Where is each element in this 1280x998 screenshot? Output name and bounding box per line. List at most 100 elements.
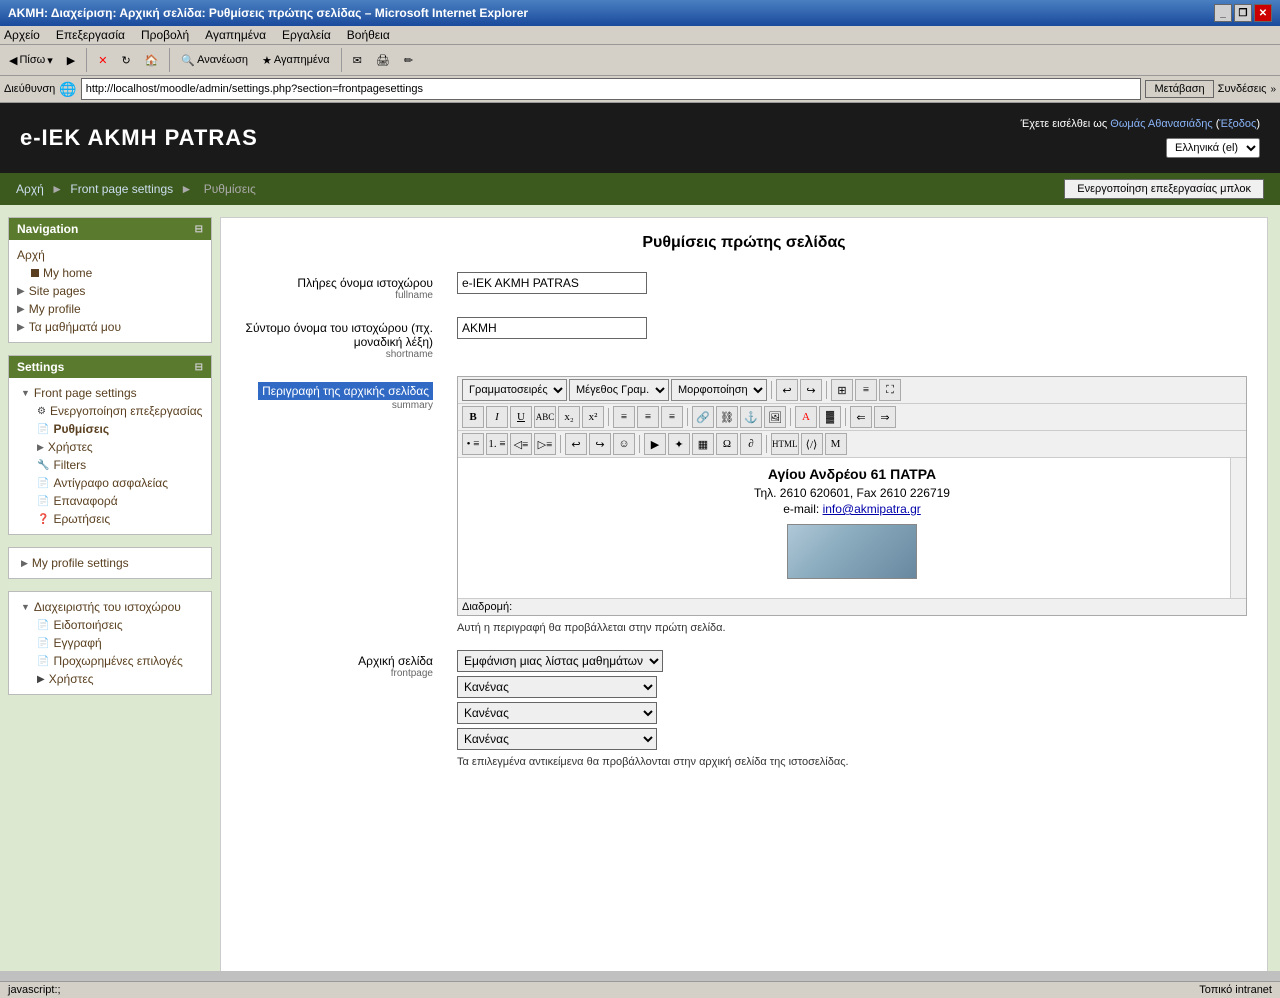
image-btn[interactable]: 🖼 xyxy=(764,406,786,428)
abc-btn[interactable]: ABC xyxy=(534,406,556,428)
sub-btn[interactable]: x₂ xyxy=(558,406,580,428)
settings-frontpage-label[interactable]: ▼ Front page settings xyxy=(17,384,203,402)
bg-color-btn[interactable]: ▓ xyxy=(819,406,841,428)
settings-rithmiseis[interactable]: 📄 Ρυθμίσεις xyxy=(33,420,203,438)
flash-btn[interactable]: ✦ xyxy=(668,433,690,455)
format-select[interactable]: Μορφοποίηση xyxy=(671,379,767,401)
settings-filters[interactable]: 🔧 Filters xyxy=(33,456,203,474)
charmap-btn[interactable]: ∂ xyxy=(740,433,762,455)
minimize-btn[interactable]: _ xyxy=(1214,4,1232,22)
nav-home[interactable]: Αρχή xyxy=(17,246,203,264)
settings-collapse-icon[interactable]: ⊟ xyxy=(195,362,203,373)
align-center-btn[interactable]: ≡ xyxy=(637,406,659,428)
close-btn[interactable]: ✕ xyxy=(1254,4,1272,22)
siteadmin-notifications[interactable]: 📄 Ειδοποιήσεις xyxy=(33,616,203,634)
nav-sitepages[interactable]: ▶ Site pages xyxy=(17,282,203,300)
editor-content[interactable]: Αγίου Ανδρέου 61 ΠΑΤΡΑ Τηλ. 2610 620601,… xyxy=(458,458,1246,598)
omega-btn[interactable]: Ω xyxy=(716,433,738,455)
menu-file[interactable]: Αρχείο xyxy=(4,28,40,42)
emoticon-btn[interactable]: ☺ xyxy=(613,433,635,455)
menu-edit[interactable]: Επεξεργασία xyxy=(56,28,125,42)
back-button[interactable]: ◀ Πίσω ▾ xyxy=(4,51,58,70)
nav-myhome[interactable]: ■ My home xyxy=(31,264,203,282)
username-link[interactable]: Θωμάς Αθανασιάδης xyxy=(1110,118,1212,130)
nav-mycourses[interactable]: ▶ Τα μαθήματά μου xyxy=(17,318,203,336)
outdent-btn[interactable]: ⇐ xyxy=(850,406,872,428)
indent-btn[interactable]: ⇒ xyxy=(874,406,896,428)
underline-btn[interactable]: U xyxy=(510,406,532,428)
ul-btn[interactable]: • ≡ xyxy=(462,433,484,455)
refresh-button[interactable]: ↻ xyxy=(116,51,135,70)
frontpage-kanenas-select-2[interactable]: Κανένας xyxy=(457,702,657,724)
siteadmin-users-link[interactable]: ▶ Χρήστες xyxy=(33,670,203,688)
font-select[interactable]: Γραμματοσειρές xyxy=(462,379,567,401)
moodle-btn[interactable]: M xyxy=(825,433,847,455)
table2-btn[interactable]: ▦ xyxy=(692,433,714,455)
settings-restore[interactable]: 📄 Επαναφορά xyxy=(33,492,203,510)
source-btn[interactable]: ⟨/⟩ xyxy=(801,433,823,455)
logout-link[interactable]: Έξοδος xyxy=(1219,118,1256,130)
fullname-input[interactable] xyxy=(457,272,647,294)
editor-sep7 xyxy=(560,435,561,453)
nav-myprofile[interactable]: ▶ My profile xyxy=(17,300,203,318)
align-left-btn[interactable]: ≡ xyxy=(613,406,635,428)
lang-selector[interactable]: Ελληνικά (el) xyxy=(1166,138,1260,158)
settings-questions[interactable]: ❓ Ερωτήσεις xyxy=(33,510,203,528)
redo2-btn[interactable]: ↪ xyxy=(589,433,611,455)
ol-btn[interactable]: 1. ≡ xyxy=(486,433,508,455)
menu-tools[interactable]: Εργαλεία xyxy=(282,28,331,42)
unlink-btn[interactable]: ⛓ xyxy=(716,406,738,428)
frontpage-kanenas-select-3[interactable]: Κανένας xyxy=(457,728,657,750)
favorites-button[interactable]: ★ Αγαπημένα xyxy=(257,51,335,70)
cols-btn[interactable]: ≡ xyxy=(855,379,877,401)
html-btn[interactable]: HTML xyxy=(771,433,799,455)
redo-btn[interactable]: ↪ xyxy=(800,379,822,401)
indent2-btn[interactable]: ▷≡ xyxy=(534,433,556,455)
email-link[interactable]: info@akmipatra.gr xyxy=(823,502,921,516)
size-select[interactable]: Μέγεθος Γραμ. xyxy=(569,379,669,401)
shortname-input[interactable] xyxy=(457,317,647,339)
settings-backup[interactable]: 📄 Αντίγραφο ασφαλείας xyxy=(33,474,203,492)
home-button[interactable]: 🏠 xyxy=(140,51,164,70)
align-right-btn[interactable]: ≡ xyxy=(661,406,683,428)
frontpage-kanenas-select-1[interactable]: Κανένας xyxy=(457,676,657,698)
block-edit-button[interactable]: Ενεργοποίηση επεξεργασίας μπλοκ xyxy=(1064,179,1264,199)
frontpage-main-select[interactable]: Εμφάνιση μιας λίστας μαθημάτων xyxy=(457,650,663,672)
sup-btn[interactable]: x² xyxy=(582,406,604,428)
restore-btn[interactable]: ❐ xyxy=(1234,4,1252,22)
forward-button[interactable]: ▶ xyxy=(62,51,80,70)
siteadmin-registration[interactable]: 📄 Εγγραφή xyxy=(33,634,203,652)
search-button[interactable]: 🔍 Ανανέωση xyxy=(176,51,253,70)
outdent2-btn[interactable]: ◁≡ xyxy=(510,433,532,455)
ie-window-controls[interactable]: _ ❐ ✕ xyxy=(1214,4,1272,22)
table-btn[interactable]: ⊞ xyxy=(831,379,853,401)
anchor-btn[interactable]: ⚓ xyxy=(740,406,762,428)
fullscreen-btn[interactable]: ⛶ xyxy=(879,379,901,401)
my-profile-settings-link[interactable]: ▶ My profile settings xyxy=(17,554,203,572)
go-button[interactable]: Μετάβαση xyxy=(1145,80,1213,98)
font-color-btn[interactable]: A xyxy=(795,406,817,428)
editor-scrollbar[interactable] xyxy=(1230,458,1246,598)
navigation-collapse-icon[interactable]: ⊟ xyxy=(195,224,203,235)
siteadmin-advanced[interactable]: 📄 Προχωρημένες επιλογές xyxy=(33,652,203,670)
italic-btn[interactable]: I xyxy=(486,406,508,428)
menu-favorites[interactable]: Αγαπημένα xyxy=(205,28,266,42)
mail-button[interactable]: ✉ xyxy=(348,51,367,70)
settings-users[interactable]: ▶ Χρήστες xyxy=(33,438,203,456)
bold-btn[interactable]: B xyxy=(462,406,484,428)
undo2-btn[interactable]: ↩ xyxy=(565,433,587,455)
menu-view[interactable]: Προβολή xyxy=(141,28,189,42)
breadcrumb-frontpage[interactable]: Front page settings xyxy=(70,182,173,196)
address-input[interactable] xyxy=(81,78,1142,100)
editor-sep9 xyxy=(766,435,767,453)
link-btn[interactable]: 🔗 xyxy=(692,406,714,428)
undo-btn[interactable]: ↩ xyxy=(776,379,798,401)
stop-button[interactable]: ✕ xyxy=(93,51,112,70)
site-admin-header-link[interactable]: ▼ Διαχειριστής του ιστοχώρου xyxy=(17,598,203,616)
edit-button[interactable]: ✏ xyxy=(399,51,418,70)
media-btn[interactable]: ▶ xyxy=(644,433,666,455)
print-button[interactable]: 🖨 xyxy=(371,51,395,70)
breadcrumb-home[interactable]: Αρχή xyxy=(16,182,44,196)
menu-help[interactable]: Βοήθεια xyxy=(347,28,390,42)
settings-activate-edit[interactable]: ⚙ Ενεργοποίηση επεξεργασίας xyxy=(33,402,203,420)
